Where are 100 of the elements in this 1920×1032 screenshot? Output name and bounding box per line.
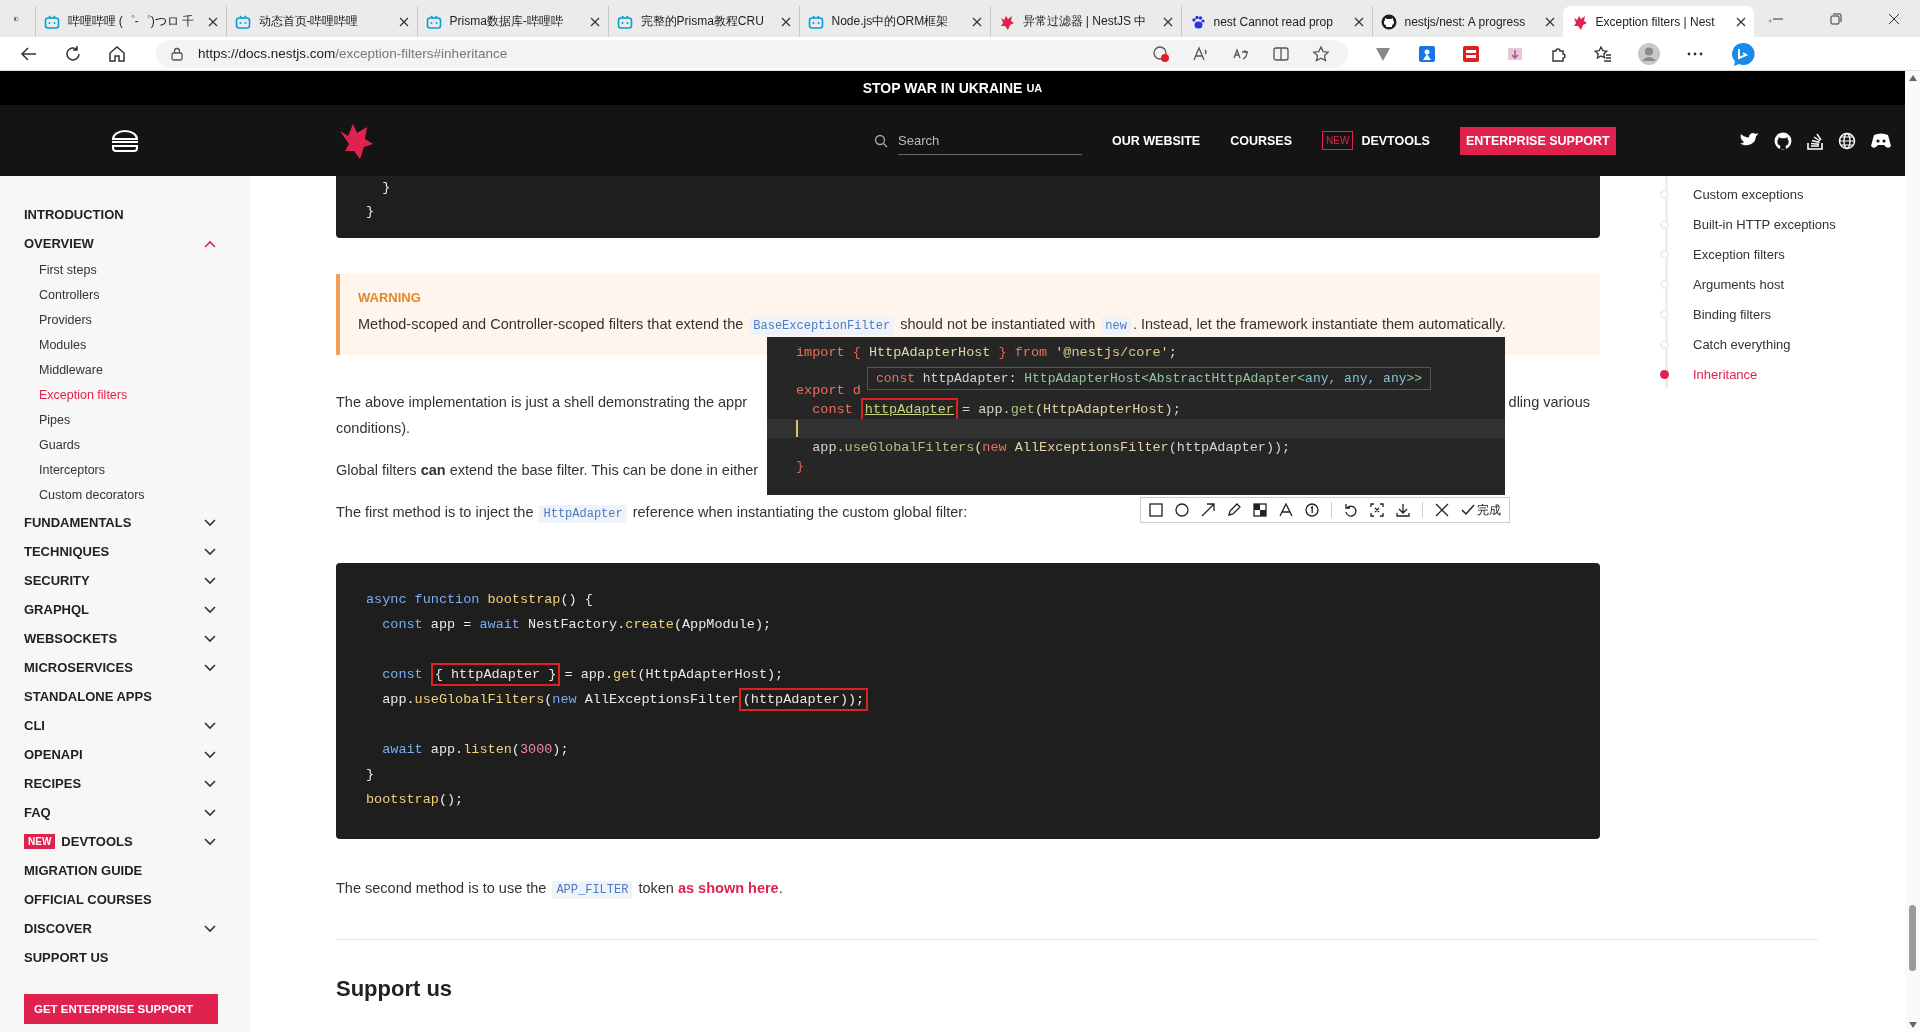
chevron-icon[interactable] (204, 779, 216, 788)
chevron-icon[interactable] (204, 634, 216, 643)
sidebar-item[interactable]: MICROSERVICES (24, 660, 133, 675)
scrollbar[interactable] (1905, 71, 1920, 1032)
chevron-icon[interactable] (204, 605, 216, 614)
globe-icon[interactable] (1837, 131, 1856, 150)
sidebar-item[interactable]: WEBSOCKETS (24, 631, 118, 646)
nav-link[interactable]: OUR WEBSITE (1112, 133, 1201, 148)
close-tab-icon[interactable] (207, 16, 218, 27)
read-aloud-icon[interactable] (1192, 44, 1210, 63)
avatar-icon[interactable] (1638, 42, 1660, 65)
sidebar-subitem[interactable]: Providers (24, 308, 216, 333)
sidebar-item[interactable]: OFFICIAL COURSES (24, 892, 152, 907)
circle-tool-icon[interactable] (1175, 503, 1189, 517)
search-field[interactable]: Search (898, 126, 1082, 155)
sidebar-item[interactable]: RECIPES (24, 776, 82, 791)
toc-item[interactable]: Catch everything (1660, 329, 1836, 359)
chevron-icon[interactable] (204, 924, 216, 933)
sidebar-item[interactable]: OPENAPI (24, 747, 83, 762)
pencil-tool-icon[interactable] (1227, 503, 1241, 517)
star-icon[interactable] (1312, 44, 1330, 63)
close-tab-icon[interactable] (780, 16, 791, 27)
chevron-icon[interactable] (204, 518, 216, 527)
sidebar-subitem[interactable]: Controllers (24, 283, 216, 308)
toc-item[interactable]: Arguments host (1660, 269, 1836, 299)
sidebar-subitem[interactable]: Middleware (24, 358, 216, 383)
sidebar-item[interactable]: SECURITY (24, 573, 90, 588)
sidebar-subitem[interactable]: Custom decorators (24, 483, 216, 508)
sidebar-item[interactable]: FAQ (24, 805, 51, 820)
text-tool-icon[interactable] (1279, 503, 1293, 517)
nav-link[interactable]: COURSES (1230, 133, 1293, 148)
enterprise-support-button[interactable]: GET ENTERPRISE SUPPORT (24, 994, 218, 1024)
link[interactable]: as shown here (677, 880, 779, 896)
sidebar-subitem[interactable]: Modules (24, 333, 216, 358)
sidebar-subitem[interactable]: Pipes (24, 408, 216, 433)
toc-item[interactable]: Custom exceptions (1660, 179, 1836, 209)
sidebar-item[interactable]: FUNDAMENTALS (24, 515, 132, 530)
sidebar-subitem[interactable]: Exception filters (24, 383, 216, 408)
rectangle-tool-icon[interactable] (1149, 503, 1163, 517)
favorites-icon[interactable] (1594, 44, 1612, 63)
browser-tab[interactable]: Exception filters | Nest (1562, 6, 1754, 37)
close-tab-icon[interactable] (589, 16, 600, 27)
close-tab-icon[interactable] (1544, 16, 1555, 27)
sidebar-item[interactable]: TECHNIQUES (24, 544, 110, 559)
sidebar-item[interactable]: DEVTOOLS (61, 834, 133, 849)
fit-icon[interactable] (1370, 503, 1384, 517)
download-icon[interactable] (1396, 503, 1410, 517)
toc-item[interactable]: Binding filters (1660, 299, 1836, 329)
close-icon[interactable] (1435, 503, 1449, 517)
close-tab-icon[interactable] (1162, 16, 1173, 27)
split-screen-icon[interactable] (1272, 44, 1290, 63)
cat-silhouette-icon[interactable] (1773, 131, 1792, 150)
sidebar-item[interactable]: GRAPHQL (24, 602, 89, 617)
close-tab-icon[interactable] (398, 16, 409, 27)
extension-icon[interactable] (1418, 44, 1436, 63)
sidebar-item[interactable]: DISCOVER (24, 921, 92, 936)
gamepad-icon[interactable] (1869, 131, 1892, 150)
sidebar-item[interactable]: CLI (24, 718, 45, 733)
toc-item[interactable]: Built-in HTTP exceptions (1660, 209, 1836, 239)
chevron-icon[interactable] (204, 808, 216, 817)
sidebar-subitem[interactable]: Interceptors (24, 458, 216, 483)
toc-item[interactable]: Exception filters (1660, 239, 1836, 269)
back-icon[interactable] (20, 44, 38, 63)
chevron-icon[interactable] (204, 663, 216, 672)
burger-icon[interactable] (110, 128, 140, 153)
number-tool-icon[interactable] (1305, 503, 1319, 517)
scroll-down-icon[interactable] (1908, 1022, 1917, 1028)
sidebar-item[interactable]: MIGRATION GUIDE (24, 863, 143, 878)
close-tab-icon[interactable] (1353, 16, 1364, 27)
scroll-up-icon[interactable] (1908, 75, 1917, 81)
tracking-blocked-icon[interactable] (1152, 44, 1170, 63)
sidebar-subitem[interactable]: First steps (24, 258, 216, 283)
nav-link[interactable]: DEVTOOLS (1361, 133, 1430, 148)
stack-icon[interactable] (1805, 131, 1824, 150)
chevron-icon[interactable] (204, 576, 216, 585)
enterprise-support-button[interactable]: ENTERPRISE SUPPORT (1459, 126, 1616, 155)
arrow-tool-icon[interactable] (1201, 503, 1215, 517)
chevron-icon[interactable] (204, 750, 216, 759)
home-icon[interactable] (108, 44, 126, 63)
chevron-icon[interactable] (204, 837, 216, 846)
chevron-icon[interactable] (204, 721, 216, 730)
extension-icon[interactable] (1462, 44, 1480, 63)
done-button[interactable]: 完成 (1461, 501, 1501, 519)
undo-icon[interactable] (1344, 503, 1358, 517)
address-bar[interactable]: https://docs.nestjs.com/exception-filters#inheritance (156, 39, 1348, 68)
close-tab-icon[interactable] (1735, 16, 1746, 27)
close-icon[interactable] (1888, 12, 1900, 25)
sidebar-subitem[interactable]: Guards (24, 433, 216, 458)
chat-icon[interactable] (1730, 40, 1756, 67)
scrollbar-thumb[interactable] (1909, 905, 1916, 971)
reload-icon[interactable] (64, 44, 82, 63)
sidebar-item[interactable]: STANDALONE APPS (24, 689, 152, 704)
mosaic-tool-icon[interactable] (1253, 503, 1267, 517)
restore-icon[interactable] (1830, 12, 1842, 25)
sidebar-item[interactable]: OVERVIEW (24, 236, 94, 251)
sidebar-item[interactable]: SUPPORT US (24, 950, 109, 965)
chevron-icon[interactable] (204, 547, 216, 556)
toc-item[interactable]: Inheritance (1660, 359, 1836, 389)
close-tab-icon[interactable] (971, 16, 982, 27)
sidebar-item[interactable]: INTRODUCTION (24, 207, 124, 222)
